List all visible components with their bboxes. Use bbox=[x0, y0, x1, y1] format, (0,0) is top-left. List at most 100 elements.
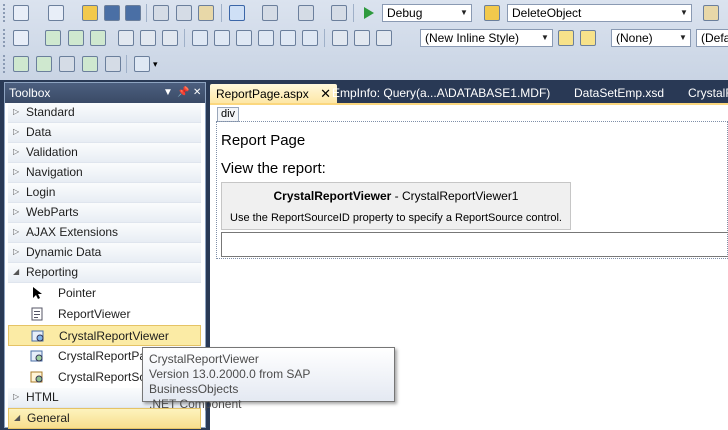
toolbox-header: Toolbox ▼ 📌 ✕ bbox=[5, 83, 205, 103]
insert-control-icon[interactable] bbox=[214, 30, 230, 46]
div-container[interactable]: Report Page View the report: CrystalRepo… bbox=[216, 121, 728, 259]
target-value: (Defa bbox=[701, 31, 728, 45]
standard-toolbar: Debug ▼ DeleteObject ▼ bbox=[0, 0, 728, 26]
category-label: Navigation bbox=[26, 165, 83, 179]
insert-control-icon[interactable] bbox=[302, 30, 318, 46]
find-combo[interactable]: DeleteObject ▼ bbox=[507, 4, 692, 22]
toolbox-category-data[interactable]: ▷ Data bbox=[8, 123, 201, 143]
toolbox-category-reporting[interactable]: ◢ Reporting bbox=[8, 263, 201, 283]
tooltip-type: .NET Component bbox=[149, 397, 242, 411]
page-paragraph[interactable]: View the report: bbox=[221, 160, 326, 177]
crystal-report-viewer-control[interactable]: CrystalReportViewer - CrystalReportViewe… bbox=[221, 182, 571, 230]
div-tag-label[interactable]: div bbox=[217, 107, 240, 122]
toolbar-separator bbox=[126, 55, 127, 73]
copy-icon[interactable] bbox=[176, 5, 192, 21]
style-application-icon[interactable] bbox=[580, 30, 596, 46]
tab-label: CrystalR bbox=[688, 86, 728, 100]
target-rule-select[interactable]: (New Inline Style) ▼ bbox=[420, 29, 553, 47]
debug-icon[interactable] bbox=[59, 56, 75, 72]
debug-icon[interactable] bbox=[82, 56, 98, 72]
toolbox-item-reportviewer[interactable]: ReportViewer bbox=[8, 304, 201, 325]
target-select[interactable]: (Defa bbox=[696, 29, 728, 47]
toolbox-category-dynamic-data[interactable]: ▷ Dynamic Data bbox=[8, 243, 201, 263]
pin-icon[interactable]: 📌 bbox=[177, 83, 189, 103]
debug-icon[interactable] bbox=[36, 56, 52, 72]
toolbar-grip-icon[interactable] bbox=[3, 29, 6, 47]
toolbox-item-crystalreportviewer[interactable]: CrystalReportViewer bbox=[8, 325, 201, 346]
solution-explorer-icon[interactable] bbox=[703, 5, 719, 21]
save-all-icon[interactable] bbox=[125, 5, 141, 21]
tab-reportpage[interactable]: ReportPage.aspx ✕ bbox=[210, 84, 337, 103]
toolbox-category-webparts[interactable]: ▷ WebParts bbox=[8, 203, 201, 223]
tooltip-version: Version 13.0.2000.0 from SAP BusinessObj… bbox=[149, 367, 311, 396]
undo-icon[interactable] bbox=[229, 5, 245, 21]
debug-icon[interactable] bbox=[134, 56, 150, 72]
tooltip-title: CrystalReportViewer bbox=[149, 352, 259, 366]
report-viewer-icon bbox=[30, 307, 44, 321]
crystal-report-parts-icon bbox=[30, 349, 44, 363]
save-icon[interactable] bbox=[104, 5, 120, 21]
apply-style-icon[interactable] bbox=[558, 30, 574, 46]
toolbar-options-icon[interactable]: ▾ bbox=[153, 58, 163, 70]
close-icon[interactable]: ✕ bbox=[193, 83, 201, 103]
chevron-down-icon: ▼ bbox=[541, 33, 549, 42]
insert-control-icon[interactable] bbox=[258, 30, 274, 46]
formatting-toolbar: (New Inline Style) ▼ (None) ▼ (Defa bbox=[0, 25, 728, 51]
format-icon[interactable] bbox=[68, 30, 84, 46]
debug-icon[interactable] bbox=[13, 56, 29, 72]
add-item-icon[interactable] bbox=[48, 5, 64, 21]
align-icon[interactable] bbox=[354, 30, 370, 46]
format-icon[interactable] bbox=[45, 30, 61, 46]
layout-icon[interactable] bbox=[140, 30, 156, 46]
cut-icon[interactable] bbox=[153, 5, 169, 21]
navigate-forward-icon[interactable] bbox=[331, 5, 347, 21]
redo-icon[interactable] bbox=[262, 5, 278, 21]
tab-empinfo-query[interactable]: EmpInfo: Query(a...A\DATABASE1.MDF) bbox=[326, 84, 556, 103]
window-position-icon[interactable]: ▼ bbox=[163, 83, 173, 103]
toolbox-item-pointer[interactable]: Pointer bbox=[8, 283, 201, 304]
align-icon[interactable] bbox=[332, 30, 348, 46]
tool-label: CrystalReportSo bbox=[58, 370, 147, 384]
navigate-backward-icon[interactable] bbox=[298, 5, 314, 21]
category-label: Standard bbox=[26, 105, 75, 119]
toolbox-category-standard[interactable]: ▷ Standard bbox=[8, 103, 201, 123]
find-in-files-icon[interactable] bbox=[484, 5, 500, 21]
expand-icon: ▷ bbox=[13, 247, 20, 256]
tab-crystalreport[interactable]: CrystalR bbox=[682, 84, 728, 103]
toolbox-category-login[interactable]: ▷ Login bbox=[8, 183, 201, 203]
crystal-report-source-icon bbox=[30, 370, 44, 384]
layout-icon[interactable] bbox=[162, 30, 178, 46]
toolbar-grip-icon[interactable] bbox=[3, 55, 6, 73]
insert-control-icon[interactable] bbox=[236, 30, 252, 46]
toolbar-grip-icon[interactable] bbox=[3, 4, 6, 22]
category-label: Validation bbox=[26, 145, 78, 159]
insert-control-icon[interactable] bbox=[280, 30, 296, 46]
toolbar-separator bbox=[353, 4, 354, 22]
crystal-report-viewer-icon bbox=[31, 329, 45, 343]
insert-control-icon[interactable] bbox=[192, 30, 208, 46]
toolbox-category-ajax-extensions[interactable]: ▷ AJAX Extensions bbox=[8, 223, 201, 243]
toolbox-category-validation[interactable]: ▷ Validation bbox=[8, 143, 201, 163]
toolbox-category-navigation[interactable]: ▷ Navigation bbox=[8, 163, 201, 183]
solution-configuration-select[interactable]: Debug ▼ bbox=[382, 4, 472, 22]
paste-icon[interactable] bbox=[198, 5, 214, 21]
insertion-area[interactable] bbox=[221, 232, 728, 257]
rule-select[interactable]: (None) ▼ bbox=[611, 29, 691, 47]
format-icon[interactable] bbox=[90, 30, 106, 46]
toolbar-separator bbox=[146, 4, 147, 22]
configuration-value: Debug bbox=[387, 6, 423, 20]
tab-datasetemp[interactable]: DataSetEmp.xsd bbox=[568, 84, 670, 103]
align-icon[interactable] bbox=[376, 30, 392, 46]
layout-icon[interactable] bbox=[118, 30, 134, 46]
expand-icon: ▷ bbox=[13, 187, 20, 196]
start-debugging-icon[interactable] bbox=[360, 5, 376, 21]
category-label: AJAX Extensions bbox=[26, 225, 119, 239]
expand-icon: ▷ bbox=[13, 147, 20, 156]
tool-label: ReportViewer bbox=[58, 307, 131, 321]
page-properties-icon[interactable] bbox=[13, 30, 29, 46]
page-heading[interactable]: Report Page bbox=[221, 132, 305, 149]
debug-icon[interactable] bbox=[105, 56, 121, 72]
debug-toolbar: ▾ bbox=[0, 50, 728, 78]
new-project-icon[interactable] bbox=[13, 5, 29, 21]
open-file-icon[interactable] bbox=[82, 5, 98, 21]
